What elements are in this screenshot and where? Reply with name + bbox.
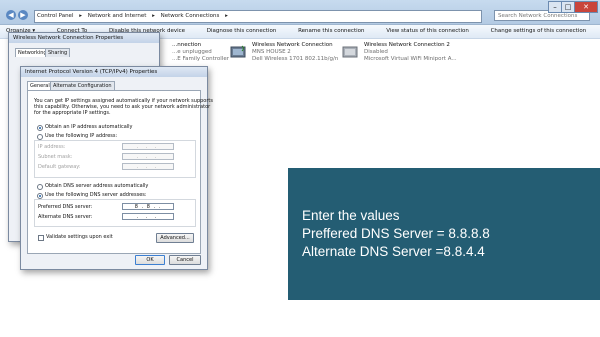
validate-settings-label: Validate settings upon exit [46, 234, 113, 240]
address-bar[interactable]: Control Panel ▸ Network and Internet ▸ N… [34, 10, 482, 23]
connection-status: Disabled [364, 49, 388, 55]
connection-device: ...E Family Controller [172, 56, 229, 62]
diagnose-button[interactable]: Diagnose this connection [207, 28, 277, 34]
subnet-mask-label: Subnet mask: [38, 154, 73, 160]
change-settings-button[interactable]: Change settings of this connection [491, 28, 587, 34]
view-status-button[interactable]: View status of this connection [386, 28, 469, 34]
validate-settings-checkbox[interactable] [38, 235, 44, 241]
minimize-button[interactable]: – [548, 1, 562, 13]
connection-name: ...nnection [172, 42, 202, 48]
address-part[interactable]: Network and Internet [86, 13, 149, 19]
address-part[interactable]: Control Panel [35, 13, 75, 19]
overlay-alternate-dns: Alternate DNS Server =8.8.4.4 [302, 244, 485, 259]
overlay-heading: Enter the values [302, 208, 400, 223]
tab-sharing[interactable]: Sharing [45, 48, 71, 57]
use-ip-label: Use the following IP address: [45, 133, 118, 139]
description-line: for the appropriate IP settings. [34, 110, 111, 116]
alternate-dns-label: Alternate DNS server: [38, 214, 93, 220]
cancel-button[interactable]: Cancel [169, 255, 201, 265]
ok-button[interactable]: OK [135, 255, 165, 265]
obtain-ip-auto-label: Obtain an IP address automatically [45, 124, 133, 130]
wireless-adapter-icon [230, 45, 246, 58]
connection-item-wireless[interactable]: Wireless Network Connection MNS HOUSE 2 … [230, 42, 340, 68]
wireless-adapter-disabled-icon [342, 46, 358, 58]
connection-name: Wireless Network Connection [252, 42, 333, 48]
instruction-overlay: Enter the values Preffered DNS Server = … [288, 168, 600, 300]
ipv4-properties-dialog: Internet Protocol Version 4 (TCP/IPv4) P… [20, 66, 213, 270]
connection-device: Microsoft Virtual WiFi Miniport A... [364, 56, 457, 62]
dialog-title: Wireless Network Connection Properties [9, 33, 159, 43]
connection-item-wireless-2[interactable]: Wireless Network Connection 2 Disabled M… [342, 42, 462, 68]
subnet-mask-field[interactable]: . . . [122, 153, 174, 160]
alternate-dns-field[interactable]: . . . [122, 213, 174, 220]
obtain-ip-auto-radio[interactable] [37, 125, 43, 131]
connection-name: Wireless Network Connection 2 [364, 42, 450, 48]
back-arrow-icon[interactable]: ◀ [6, 10, 16, 20]
advanced-button[interactable]: Advanced... [156, 233, 194, 243]
connection-item-lan[interactable]: ...nnection ...e unplugged ...E Family C… [150, 42, 229, 68]
address-separator: ▸ [225, 13, 228, 19]
tab-general[interactable]: General [27, 81, 53, 90]
address-part[interactable]: Network Connections [159, 13, 222, 19]
tab-alternate-configuration[interactable]: Alternate Configuration [50, 81, 115, 90]
ip-address-field[interactable]: . . . [122, 143, 174, 150]
obtain-dns-auto-label: Obtain DNS server address automatically [45, 183, 149, 189]
default-gateway-field[interactable]: . . . [122, 163, 174, 170]
use-dns-label: Use the following DNS server addresses: [45, 192, 147, 198]
connection-status: MNS HOUSE 2 [252, 49, 291, 55]
general-tab-panel: You can get IP settings assigned automat… [27, 90, 213, 254]
preferred-dns-label: Preferred DNS server: [38, 204, 93, 210]
connection-status: ...e unplugged [172, 49, 212, 55]
obtain-dns-auto-radio[interactable] [37, 184, 43, 190]
overlay-preferred-dns: Preffered DNS Server = 8.8.8.8 [302, 226, 490, 241]
address-separator: ▸ [79, 13, 82, 19]
default-gateway-label: Default gateway: [38, 164, 81, 170]
rename-button[interactable]: Rename this connection [298, 28, 364, 34]
ip-address-label: IP address: [38, 144, 66, 150]
dialog-title: Internet Protocol Version 4 (TCP/IPv4) P… [21, 67, 207, 77]
maximize-button[interactable]: □ [561, 1, 575, 13]
forward-arrow-icon[interactable]: ▶ [18, 10, 28, 20]
close-button[interactable]: ✕ [574, 1, 598, 13]
connection-device: Dell Wireless 1701 802.11b/g/n [252, 56, 339, 62]
address-separator: ▸ [152, 13, 155, 19]
preferred-dns-field[interactable]: 8 . 8 . . [122, 203, 174, 210]
